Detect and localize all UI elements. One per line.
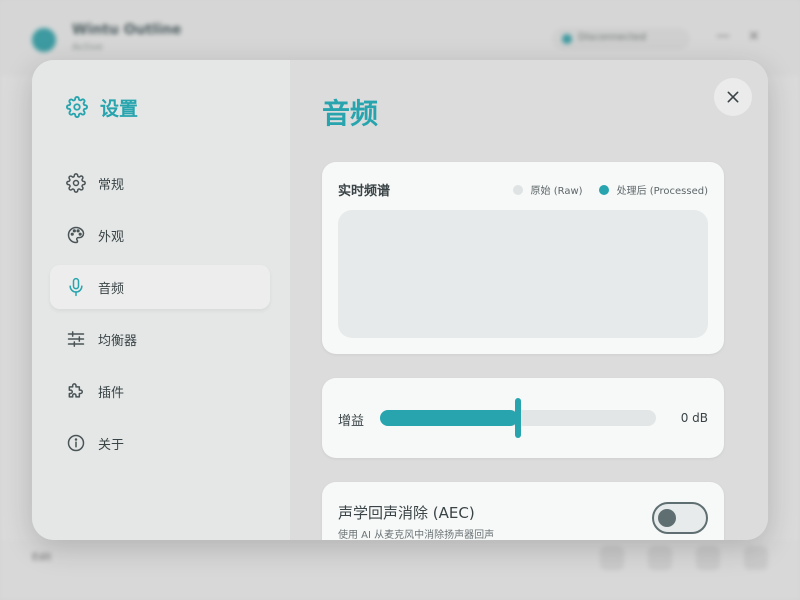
sliders-icon [67, 331, 85, 347]
sidebar-item-label: 均衡器 [98, 333, 138, 349]
gain-card: 增益 0 dB [322, 378, 724, 458]
connection-status: Disconnected [552, 28, 690, 50]
microphone-icon [69, 277, 83, 297]
legend-raw-label: 原始 (Raw) [530, 186, 583, 197]
gear-icon [66, 173, 86, 193]
settings-dialog: 设置 常规 外观 音频 均衡器 插件 关于 音频 实时频谱 原始 (Raw) 处… [32, 60, 768, 540]
footer-button [600, 546, 624, 570]
minimize-icon: — [716, 28, 730, 44]
sidebar-item-equalizer[interactable]: 均衡器 [50, 317, 270, 361]
footer-label: Edit [32, 552, 52, 563]
app-logo [32, 28, 56, 52]
gain-value: 0 dB [680, 411, 708, 425]
legend-raw-dot [512, 184, 523, 195]
sidebar-item-label: 插件 [98, 385, 125, 401]
sidebar-item-label: 关于 [98, 437, 125, 453]
aec-toggle[interactable] [652, 502, 708, 534]
aec-title: 声学回声消除 (AEC) [338, 504, 475, 522]
page-title: 音频 [322, 97, 379, 130]
spectrum-card: 实时频谱 原始 (Raw) 处理后 (Processed) [322, 162, 724, 354]
gear-icon [66, 96, 88, 118]
sidebar-item-audio[interactable]: 音频 [50, 265, 270, 309]
aec-card: 声学回声消除 (AEC) 使用 AI 从麦克风中消除扬声器回声 [322, 482, 724, 540]
window-close-icon: × [748, 28, 760, 44]
gain-slider[interactable] [380, 398, 656, 438]
spectrum-title: 实时频谱 [338, 184, 391, 199]
spectrum-legend: 原始 (Raw) 处理后 (Processed) [497, 182, 708, 197]
gain-slider-fill [380, 410, 518, 426]
footer-button [648, 546, 672, 570]
sidebar-item-general[interactable]: 常规 [50, 161, 270, 205]
app-title: Wintu Outline [72, 22, 182, 38]
footer-button [696, 546, 720, 570]
gain-label: 增益 [338, 414, 365, 429]
sidebar-item-about[interactable]: 关于 [50, 421, 270, 465]
settings-content: 音频 实时频谱 原始 (Raw) 处理后 (Processed) 增益 0 dB… [290, 60, 768, 540]
sidebar-item-label: 常规 [98, 177, 125, 193]
legend-processed: 处理后 (Processed) [598, 182, 708, 197]
settings-sidebar: 设置 常规 外观 音频 均衡器 插件 关于 [32, 60, 290, 540]
legend-processed-label: 处理后 (Processed) [616, 186, 708, 197]
puzzle-icon [68, 383, 83, 398]
footer-button [744, 546, 768, 570]
aec-toggle-knob [658, 509, 676, 527]
palette-icon [67, 226, 85, 244]
sidebar-item-label: 外观 [98, 229, 125, 245]
close-button[interactable] [714, 78, 752, 116]
sidebar-header: 设置 [66, 94, 138, 120]
gain-slider-thumb[interactable] [515, 398, 521, 438]
aec-description: 使用 AI 从麦克风中消除扬声器回声 [338, 530, 495, 540]
background-footer [0, 540, 800, 600]
spectrum-display [338, 210, 708, 338]
info-icon [67, 434, 85, 452]
app-subtitle: Active [72, 42, 103, 53]
sidebar-item-plugins[interactable]: 插件 [50, 369, 270, 413]
legend-raw: 原始 (Raw) [512, 182, 583, 197]
sidebar-item-label: 音频 [98, 281, 125, 297]
legend-processed-dot [598, 184, 609, 195]
settings-title: 设置 [100, 97, 139, 120]
close-icon [727, 91, 739, 103]
sidebar-item-appearance[interactable]: 外观 [50, 213, 270, 257]
